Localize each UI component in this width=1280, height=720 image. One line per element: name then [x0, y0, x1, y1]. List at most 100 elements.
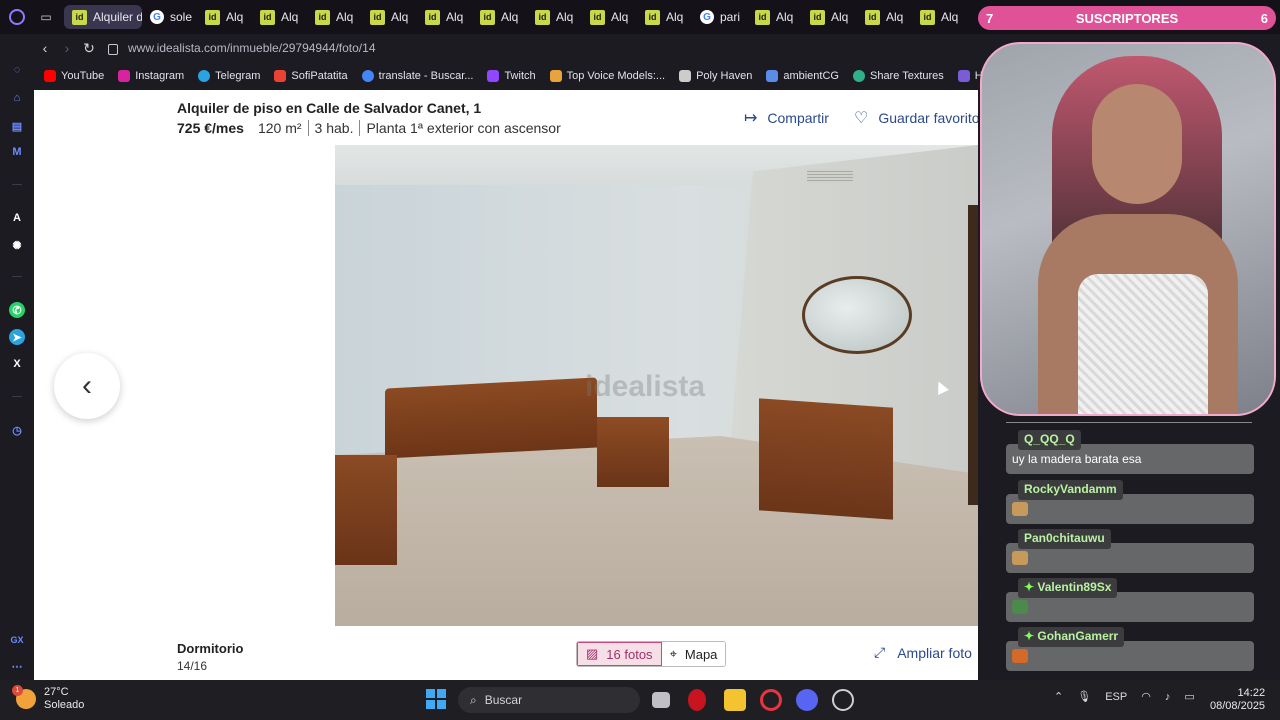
- save-favorite-button[interactable]: ♡ Guardar favorito: [854, 108, 978, 128]
- idealista-favicon-icon: id: [425, 9, 440, 25]
- tab-5[interactable]: id Alq: [307, 5, 362, 29]
- whatsapp-icon[interactable]: ✆: [9, 302, 25, 318]
- telegram-icon[interactable]: ➤: [9, 329, 25, 345]
- forward-button[interactable]: ›: [56, 37, 78, 59]
- tab-7[interactable]: id Alq: [417, 5, 472, 29]
- tab-menu-icon[interactable]: ▭: [34, 5, 58, 29]
- tab-label: sole: [170, 10, 193, 24]
- app-red-icon[interactable]: [688, 689, 706, 711]
- tab-1[interactable]: id Alquiler d: [64, 5, 142, 29]
- tab-16[interactable]: id Alq: [912, 5, 967, 29]
- listing-photo[interactable]: idealista: [335, 145, 978, 626]
- taskbar-search[interactable]: ⌕ Buscar: [458, 687, 640, 713]
- more-icon[interactable]: ⋯: [9, 658, 25, 674]
- gx-icon[interactable]: GX: [9, 632, 25, 648]
- gmail-icon: [274, 70, 287, 82]
- idealista-favicon-icon: id: [480, 9, 495, 25]
- clock-date: 08/08/2025: [1210, 700, 1266, 712]
- photo-headboard: [385, 377, 597, 459]
- tab-12[interactable]: Gpari: [692, 5, 747, 29]
- tab-15[interactable]: id Alq: [857, 5, 912, 29]
- bookmark-share-textures[interactable]: Share Textures: [852, 70, 944, 82]
- x-icon[interactable]: X: [9, 356, 25, 372]
- bookmark-sofipatatita[interactable]: SofiPatatita: [274, 70, 348, 82]
- idealista-favicon-icon: id: [810, 9, 825, 25]
- tab-label: Alq: [281, 10, 299, 24]
- bookmark-instagram[interactable]: Instagram: [118, 70, 184, 82]
- photo-mirror: [802, 276, 912, 354]
- opera-logo-icon[interactable]: [0, 0, 34, 34]
- map-button[interactable]: ⌖ Mapa: [661, 642, 726, 666]
- task-view-icon[interactable]: [652, 692, 670, 708]
- bookmark-label: Instagram: [135, 70, 185, 82]
- tab-label: Alq: [446, 10, 464, 24]
- webcam-person-top: [1078, 274, 1208, 414]
- tab-11[interactable]: id Alq: [637, 5, 692, 29]
- tab-14[interactable]: id Alq: [802, 5, 857, 29]
- bookmark-telegram[interactable]: Telegram: [198, 70, 260, 82]
- chat-username: ✦ Valentin89Sx: [1018, 578, 1118, 598]
- chat-username: RockyVandamm: [1018, 480, 1123, 500]
- windows-start-icon[interactable]: [426, 689, 446, 709]
- player-icon[interactable]: ▤: [9, 118, 25, 134]
- microphone-icon[interactable]: 🎙︎: [1077, 690, 1091, 703]
- tab-9[interactable]: id Alq: [527, 5, 582, 29]
- wifi-icon[interactable]: ◠: [1141, 690, 1151, 703]
- back-button[interactable]: ‹: [34, 37, 56, 59]
- tab-label: Alq: [226, 10, 244, 24]
- file-explorer-icon[interactable]: [724, 689, 746, 711]
- workspaces-icon[interactable]: ⌂: [9, 90, 25, 106]
- app-store-icon[interactable]: A: [9, 210, 25, 226]
- tab-13[interactable]: id Alq: [747, 5, 802, 29]
- share-button[interactable]: ↦ Compartir: [744, 108, 829, 128]
- enlarge-photo-button[interactable]: ⤢ Ampliar foto: [874, 644, 972, 661]
- search-icon: ⌕: [470, 692, 477, 707]
- chat-username: Pan0chitauwu: [1018, 529, 1111, 549]
- tab-label: Alq: [611, 10, 629, 24]
- telegram-icon: [198, 70, 211, 82]
- discord-icon[interactable]: [796, 689, 818, 711]
- windows-taskbar: 1 27°C Soleado ⌕ Buscar ⌃ 🎙︎ ESP ◠ ♪ ▭ 1…: [0, 680, 1280, 720]
- tab-2[interactable]: Gsole: [142, 5, 197, 29]
- bookmark-ambientcg[interactable]: ambientCG: [766, 70, 839, 82]
- tab-6[interactable]: id Alq: [362, 5, 417, 29]
- bookmark-twitch[interactable]: Twitch: [487, 70, 536, 82]
- tab-3[interactable]: id Alq: [197, 5, 252, 29]
- heart-icon: ♡: [854, 110, 869, 127]
- tab-label: Alq: [666, 10, 684, 24]
- notification-badge: 1: [12, 685, 23, 696]
- obs-icon[interactable]: [832, 689, 854, 711]
- tab-4[interactable]: id Alq: [252, 5, 307, 29]
- opera-gx-icon[interactable]: [760, 689, 782, 711]
- volume-icon[interactable]: ♪: [1165, 691, 1171, 703]
- bookmark-youtube[interactable]: YouTube: [44, 70, 104, 82]
- google-favicon-icon: G: [700, 10, 714, 24]
- bookmark-label: ambientCG: [783, 70, 839, 82]
- photo-caption: Dormitorio: [177, 641, 244, 656]
- weather-widget[interactable]: 1 27°C Soleado: [12, 685, 84, 712]
- share-label: Compartir: [767, 110, 829, 126]
- emote-icon: [1012, 600, 1028, 614]
- taskbar-clock[interactable]: 14:22 08/08/2025: [1210, 687, 1265, 713]
- bookmark-poly-haven[interactable]: Poly Haven: [679, 70, 752, 82]
- sun-icon: 1: [12, 685, 36, 709]
- history-icon[interactable]: ◷: [9, 422, 25, 438]
- language-indicator[interactable]: ESP: [1105, 691, 1127, 703]
- aria-icon[interactable]: ◌: [9, 62, 25, 78]
- chevron-left-icon: ‹: [82, 369, 92, 402]
- reload-button[interactable]: ↻: [78, 37, 100, 59]
- messenger-icon[interactable]: M: [9, 144, 25, 160]
- photos-button[interactable]: ▨ 16 fotos: [577, 642, 662, 666]
- tab-8[interactable]: id Alq: [472, 5, 527, 29]
- chatgpt-icon[interactable]: ✺: [9, 237, 25, 253]
- bookmark-translate[interactable]: translate - Buscar...: [361, 70, 473, 82]
- map-pin-icon: ⌖: [669, 646, 677, 661]
- chevron-up-icon[interactable]: ⌃: [1054, 690, 1063, 703]
- google-icon: [361, 70, 374, 82]
- bookmark-voice-models[interactable]: Top Voice Models:...: [549, 70, 665, 82]
- tab-10[interactable]: id Alq: [582, 5, 637, 29]
- photo-nightstand: [597, 417, 669, 487]
- previous-photo-button[interactable]: ‹: [54, 353, 120, 419]
- battery-icon[interactable]: ▭: [1184, 690, 1194, 703]
- url-field[interactable]: www.idealista.com/inmueble/29794944/foto…: [108, 41, 376, 55]
